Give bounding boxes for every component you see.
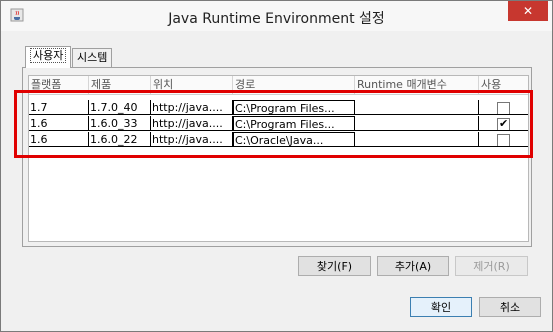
- remove-button[interactable]: 제거(R): [455, 256, 528, 276]
- close-icon: ✕: [522, 4, 534, 18]
- find-button[interactable]: 찾기(F): [298, 256, 371, 276]
- window-title: Java Runtime Environment 설정: [168, 11, 385, 27]
- tab-system[interactable]: 시스템: [72, 48, 113, 67]
- highlight-box: [14, 90, 533, 158]
- tab-user-label: 사용자: [30, 48, 67, 63]
- add-button[interactable]: 추가(A): [377, 256, 449, 276]
- dialog-window: Java Runtime Environment 설정 ✕ 사용자 시스템 플랫…: [0, 0, 553, 332]
- tab-user[interactable]: 사용자: [25, 46, 72, 68]
- ok-button[interactable]: 확인: [410, 297, 472, 317]
- close-button[interactable]: ✕: [508, 1, 548, 21]
- tab-system-label: 시스템: [77, 51, 108, 64]
- cancel-button[interactable]: 취소: [479, 297, 541, 317]
- title-bar[interactable]: Java Runtime Environment 설정 ✕: [1, 1, 552, 31]
